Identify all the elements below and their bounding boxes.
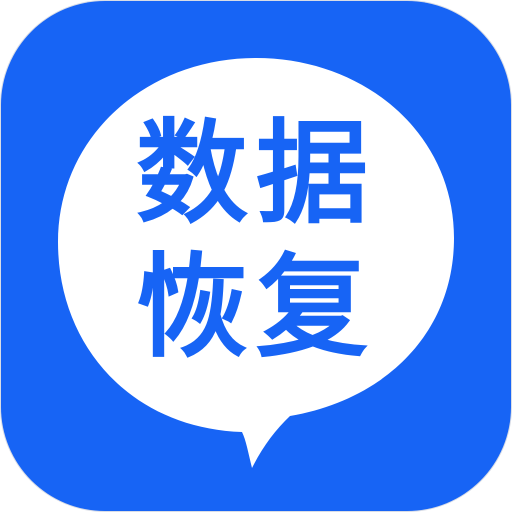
app-icon[interactable]: 数据 恢复 — [0, 0, 512, 512]
title-line-1: 数据 — [136, 109, 376, 239]
title-line-2: 恢复 — [136, 243, 376, 373]
